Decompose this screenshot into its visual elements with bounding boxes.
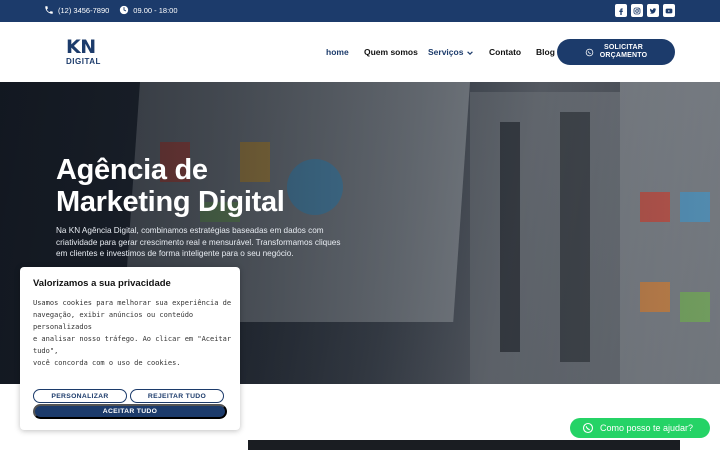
- hero-description: Na KN Agência Digital, combinamos estrat…: [56, 226, 341, 258]
- request-quote-label: SOLICITAR ORÇAMENTO: [600, 44, 648, 60]
- instagram-icon[interactable]: [631, 4, 643, 17]
- contact-info: (12) 3456-7890 09.00 - 18:00: [44, 5, 188, 15]
- twitter-icon[interactable]: [647, 4, 659, 17]
- nav-contato[interactable]: Contato: [489, 47, 521, 57]
- clock-icon: [120, 5, 129, 15]
- opening-hours: 09.00 - 18:00: [133, 5, 178, 15]
- nav-servicos-label: Serviços: [428, 47, 464, 57]
- site-header: KN DIGITAL home Quem somos Serviços Cont…: [0, 22, 720, 82]
- nav-servicos[interactable]: Serviços: [428, 47, 474, 57]
- social-links: [615, 4, 675, 17]
- logo-main-text: KN: [66, 36, 96, 58]
- chevron-down-icon: [467, 51, 474, 55]
- whatsapp-chat-button[interactable]: Como posso te ajudar?: [570, 418, 710, 438]
- cookie-consent-panel: Valorizamos a sua privacidade Usamos coo…: [20, 267, 240, 430]
- section-image: [248, 440, 680, 450]
- phone-number: (12) 3456-7890: [58, 5, 110, 15]
- customize-button[interactable]: PERSONALIZAR: [33, 389, 127, 403]
- request-quote-button[interactable]: SOLICITAR ORÇAMENTO: [557, 39, 675, 65]
- nav-quem-somos[interactable]: Quem somos: [364, 47, 418, 57]
- hero-title-line-1: Agência de: [56, 154, 208, 186]
- whatsapp-icon: [582, 422, 594, 434]
- cookie-message: Usamos cookies para melhorar sua experiê…: [33, 299, 232, 367]
- nav-home[interactable]: home: [326, 47, 349, 57]
- cta-line-1: SOLICITAR: [603, 44, 643, 51]
- cta-line-2: ORÇAMENTO: [599, 52, 648, 59]
- facebook-icon[interactable]: [615, 4, 627, 17]
- cookie-title: Valorizamos a sua privacidade: [33, 278, 171, 289]
- phone-icon: [45, 6, 53, 14]
- top-bar: (12) 3456-7890 09.00 - 18:00: [0, 0, 720, 22]
- whatsapp-icon: [585, 48, 593, 56]
- youtube-icon[interactable]: [663, 4, 675, 17]
- logo-sub-text: DIGITAL: [66, 57, 101, 66]
- whatsapp-chat-label: Como posso te ajudar?: [600, 423, 694, 433]
- hero-title: Agência de Marketing Digital: [56, 154, 356, 218]
- site-logo[interactable]: KN DIGITAL: [66, 36, 101, 67]
- accept-all-button[interactable]: ACEITAR TUDO: [33, 404, 227, 419]
- nav-blog[interactable]: Blog: [536, 47, 555, 57]
- reject-all-button[interactable]: REJEITAR TUDO: [130, 389, 224, 403]
- hero-title-line-2: Marketing Digital: [56, 186, 285, 218]
